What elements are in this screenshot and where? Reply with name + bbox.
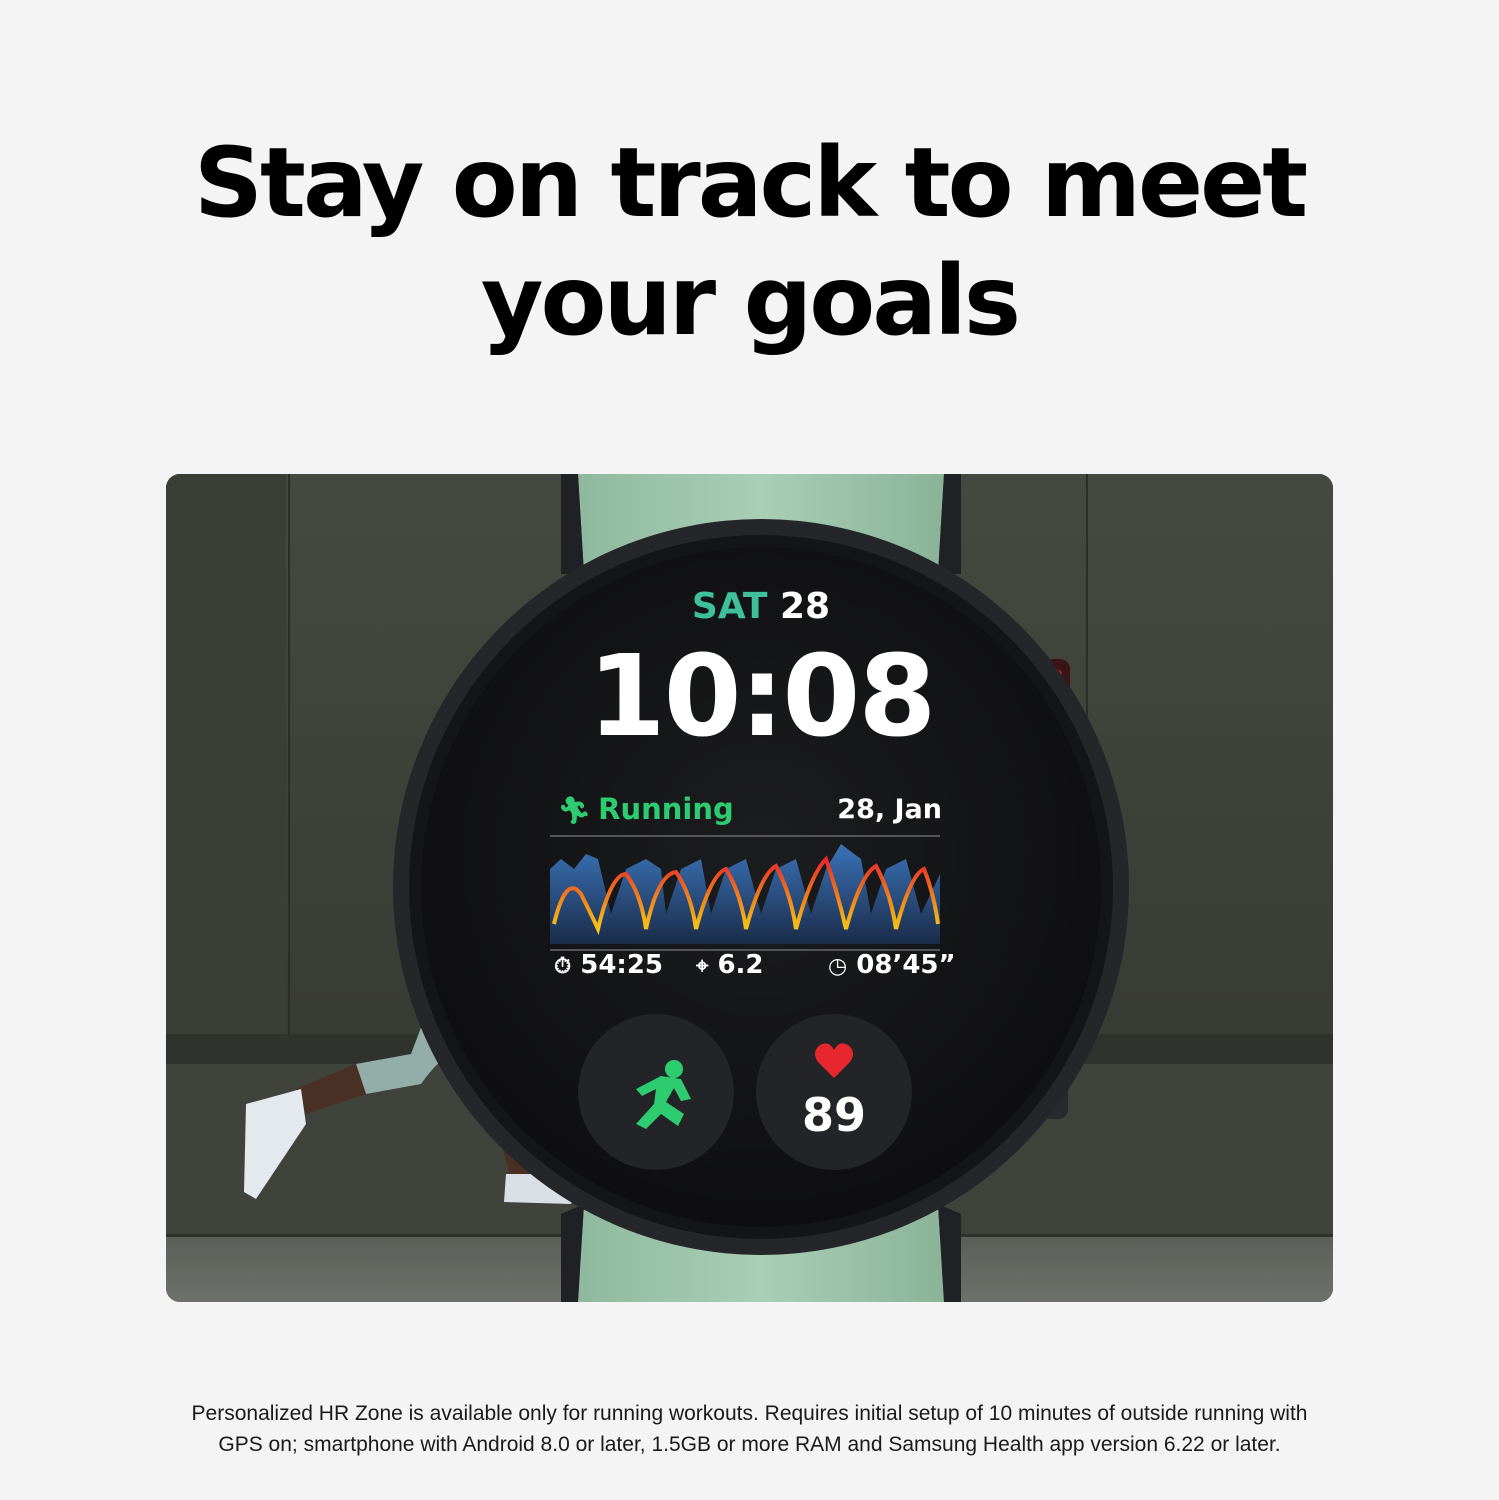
- lifestyle-photo: SAT 28 10:08 🏃︎ Running 28, Jan ⏱︎ 54:25…: [166, 474, 1333, 1302]
- distance-stat: ⌖ 6.2: [696, 950, 764, 980]
- activity-row: 🏃︎ Running: [558, 792, 734, 826]
- watch-face: SAT 28 10:08 🏃︎ Running 28, Jan ⏱︎ 54:25…: [166, 474, 1333, 1302]
- time-display: 10:08: [587, 632, 937, 762]
- headline-line-2: your goals: [480, 245, 1021, 357]
- headline: Stay on track to meet your goals: [0, 124, 1499, 360]
- disclaimer-footnote: Personalized HR Zone is available only f…: [0, 1398, 1499, 1460]
- distance-value: 6.2: [717, 950, 764, 980]
- running-icon: 🏃︎: [558, 796, 592, 826]
- location-pin-icon: ⌖: [696, 954, 709, 979]
- footnote-line-1: Personalized HR Zone is available only f…: [191, 1402, 1308, 1425]
- duration-stat: ⏱︎ 54:25: [554, 950, 663, 980]
- stopwatch-icon: ⏱︎: [554, 954, 572, 979]
- pace-value: 08’45”: [856, 950, 956, 980]
- date-display: SAT 28: [671, 586, 851, 627]
- duration-value: 54:25: [580, 950, 663, 980]
- pace-stat: ◷ 08’45”: [828, 950, 956, 980]
- gauge-icon: ◷: [828, 954, 848, 979]
- footnote-line-2: GPS on; smartphone with Android 8.0 or l…: [218, 1433, 1281, 1456]
- heart-rate-value: 89: [801, 1088, 866, 1142]
- product-page: Stay on track to meet your goals SAT 28 …: [0, 0, 1499, 1500]
- activity-label: Running: [598, 792, 734, 826]
- day-of-month: 28: [780, 586, 831, 627]
- activity-date: 28, Jan: [837, 794, 942, 825]
- day-of-week: SAT: [691, 586, 768, 627]
- headline-line-1: Stay on track to meet: [193, 127, 1308, 239]
